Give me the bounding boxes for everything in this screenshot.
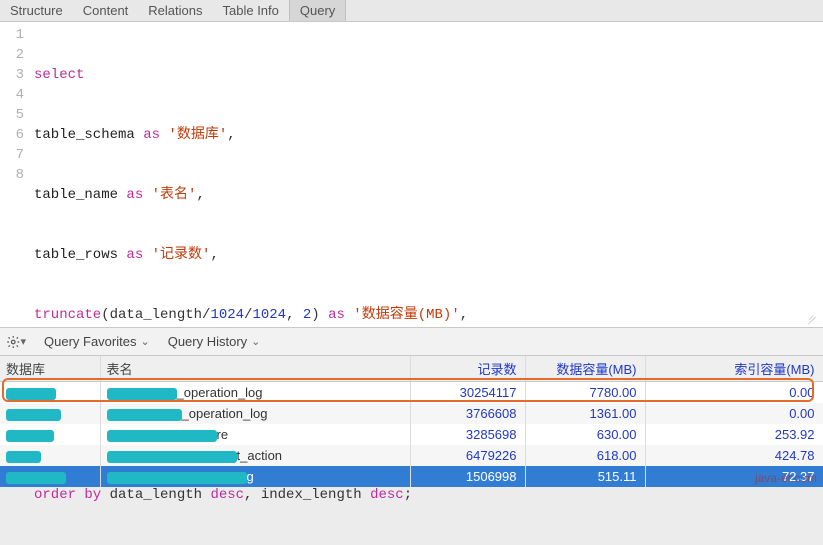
col-data[interactable]: 数据容量(MB) xyxy=(525,356,645,382)
col-idx[interactable]: 索引容量(MB) xyxy=(645,356,823,382)
redacted-text xyxy=(107,451,237,463)
redacted-text xyxy=(6,430,54,442)
col-db[interactable]: 数据库 xyxy=(0,356,100,382)
results-pane: 数据库 表名 记录数 数据容量(MB) 索引容量(MB) _operation_… xyxy=(0,356,823,487)
redacted-text xyxy=(107,409,182,421)
tab-content[interactable]: Content xyxy=(73,0,139,21)
chevron-down-icon: ▾ xyxy=(20,335,26,348)
sql-editor[interactable]: 1 2 3 4 5 6 7 8 select table_schema as '… xyxy=(0,22,823,328)
tab-query[interactable]: Query xyxy=(289,0,346,21)
col-tbl[interactable]: 表名 xyxy=(100,356,410,382)
redacted-text xyxy=(6,388,56,400)
redacted-text xyxy=(107,430,217,442)
redacted-text xyxy=(107,472,247,484)
table-row[interactable]: t_action 6479226 618.00 424.78 xyxy=(0,445,823,466)
redacted-text xyxy=(6,451,41,463)
results-table[interactable]: 数据库 表名 记录数 数据容量(MB) 索引容量(MB) _operation_… xyxy=(0,356,823,487)
view-tabs: Structure Content Relations Table Info Q… xyxy=(0,0,823,22)
table-row[interactable]: g 1506998 515.11 72.37 xyxy=(0,466,823,487)
table-header[interactable]: 数据库 表名 记录数 数据容量(MB) 索引容量(MB) xyxy=(0,356,823,382)
tab-table-info[interactable]: Table Info xyxy=(213,0,289,21)
col-rows[interactable]: 记录数 xyxy=(410,356,525,382)
redacted-text xyxy=(6,472,66,484)
sql-code[interactable]: select table_schema as '数据库', table_name… xyxy=(30,22,468,327)
tab-structure[interactable]: Structure xyxy=(0,0,73,21)
table-row[interactable]: _operation_log 3766608 1361.00 0.00 xyxy=(0,403,823,424)
tab-relations[interactable]: Relations xyxy=(138,0,212,21)
redacted-text xyxy=(6,409,61,421)
gear-icon[interactable]: ▾ xyxy=(6,332,26,352)
table-row[interactable]: _operation_log 30254117 7780.00 0.00 xyxy=(0,382,823,404)
line-gutter: 1 2 3 4 5 6 7 8 xyxy=(0,22,30,327)
redacted-text xyxy=(107,388,177,400)
resize-handle-icon[interactable] xyxy=(803,309,817,323)
table-row[interactable]: re 3285698 630.00 253.92 xyxy=(0,424,823,445)
